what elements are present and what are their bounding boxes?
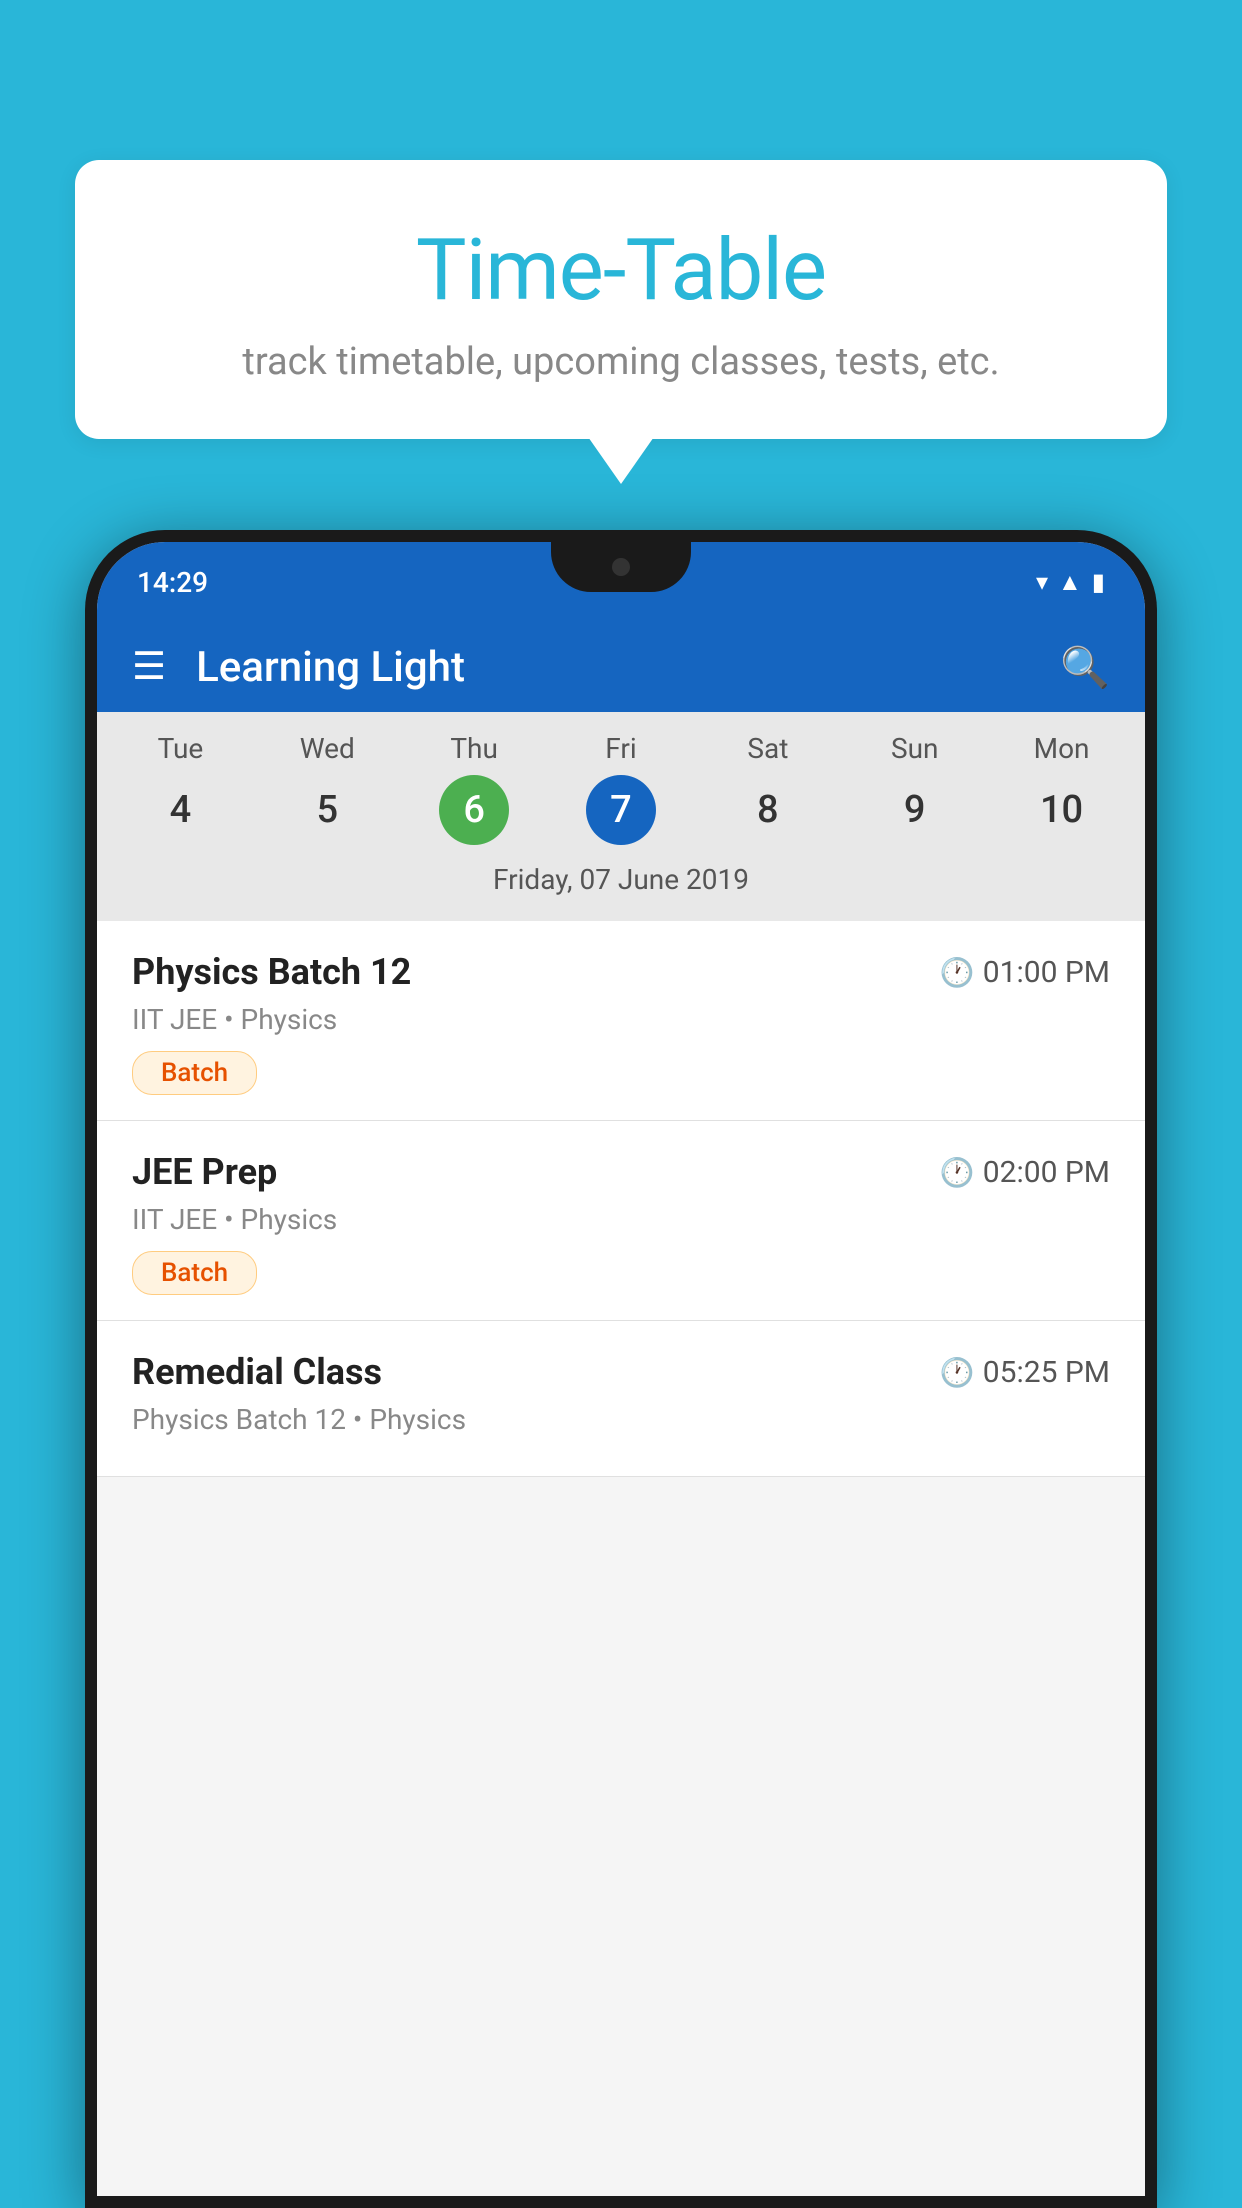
speech-bubble: Time-Table track timetable, upcoming cla… — [75, 160, 1167, 439]
day-header-sun: Sun — [841, 732, 988, 765]
day-6-today[interactable]: 6 — [439, 775, 509, 845]
batch-badge-1: Batch — [132, 1051, 257, 1095]
day-9[interactable]: 9 — [880, 775, 950, 845]
day-headers: Tue Wed Thu Fri Sat Sun Mon — [107, 732, 1135, 765]
clock-icon-3: 🕐 — [940, 1356, 975, 1389]
schedule-item-2-header: JEE Prep 🕐 02:00 PM — [132, 1151, 1110, 1193]
day-10[interactable]: 10 — [1027, 775, 1097, 845]
status-bar: 14:29 ▾ ▲ ▮ — [97, 542, 1145, 622]
schedule-list: Physics Batch 12 🕐 01:00 PM IIT JEE • Ph… — [97, 921, 1145, 1477]
status-icons: ▾ ▲ ▮ — [1036, 568, 1105, 597]
signal-icon: ▲ — [1058, 568, 1082, 597]
search-icon[interactable]: 🔍 — [1060, 644, 1110, 691]
status-time: 14:29 — [137, 566, 208, 599]
day-4[interactable]: 4 — [145, 775, 215, 845]
app-header: ☰ Learning Light 🔍 — [97, 622, 1145, 712]
camera-dot — [612, 558, 630, 576]
clock-icon-2: 🕐 — [940, 1156, 975, 1189]
clock-icon-1: 🕐 — [940, 956, 975, 989]
schedule-item-3-time: 🕐 05:25 PM — [940, 1355, 1110, 1390]
day-header-fri: Fri — [548, 732, 695, 765]
schedule-item-2-time: 🕐 02:00 PM — [940, 1155, 1110, 1190]
hamburger-icon[interactable]: ☰ — [132, 648, 166, 686]
day-header-wed: Wed — [254, 732, 401, 765]
schedule-item-3: Remedial Class 🕐 05:25 PM Physics Batch … — [97, 1321, 1145, 1477]
calendar-strip: Tue Wed Thu Fri Sat Sun Mon 4 5 6 7 8 9 … — [97, 712, 1145, 921]
battery-icon: ▮ — [1092, 568, 1105, 596]
schedule-item-2-title: JEE Prep — [132, 1151, 277, 1193]
schedule-item-1-title: Physics Batch 12 — [132, 951, 411, 993]
day-header-thu: Thu — [401, 732, 548, 765]
day-header-sat: Sat — [694, 732, 841, 765]
phone-inner: 14:29 ▾ ▲ ▮ ☰ Learning Light 🔍 Tue Wed T… — [97, 542, 1145, 2196]
day-header-mon: Mon — [988, 732, 1135, 765]
schedule-item-1-header: Physics Batch 12 🕐 01:00 PM — [132, 951, 1110, 993]
day-header-tue: Tue — [107, 732, 254, 765]
schedule-item-1-subtitle: IIT JEE • Physics — [132, 1003, 1110, 1036]
day-numbers: 4 5 6 7 8 9 10 — [107, 775, 1135, 845]
schedule-item-1: Physics Batch 12 🕐 01:00 PM IIT JEE • Ph… — [97, 921, 1145, 1121]
schedule-item-3-subtitle: Physics Batch 12 • Physics — [132, 1403, 1110, 1436]
selected-date-label: Friday, 07 June 2019 — [107, 855, 1135, 911]
schedule-item-2: JEE Prep 🕐 02:00 PM IIT JEE • Physics Ba… — [97, 1121, 1145, 1321]
day-8[interactable]: 8 — [733, 775, 803, 845]
wifi-icon: ▾ — [1036, 568, 1048, 596]
day-5[interactable]: 5 — [292, 775, 362, 845]
schedule-item-1-time: 🕐 01:00 PM — [940, 955, 1110, 990]
schedule-item-3-title: Remedial Class — [132, 1351, 382, 1393]
phone-frame: 14:29 ▾ ▲ ▮ ☰ Learning Light 🔍 Tue Wed T… — [85, 530, 1157, 2208]
schedule-item-2-subtitle: IIT JEE • Physics — [132, 1203, 1110, 1236]
bubble-title: Time-Table — [135, 220, 1107, 320]
day-7-selected[interactable]: 7 — [586, 775, 656, 845]
speech-bubble-container: Time-Table track timetable, upcoming cla… — [75, 160, 1167, 439]
notch — [551, 542, 691, 592]
batch-badge-2: Batch — [132, 1251, 257, 1295]
bubble-subtitle: track timetable, upcoming classes, tests… — [135, 340, 1107, 384]
app-title: Learning Light — [196, 643, 1060, 692]
schedule-item-3-header: Remedial Class 🕐 05:25 PM — [132, 1351, 1110, 1393]
